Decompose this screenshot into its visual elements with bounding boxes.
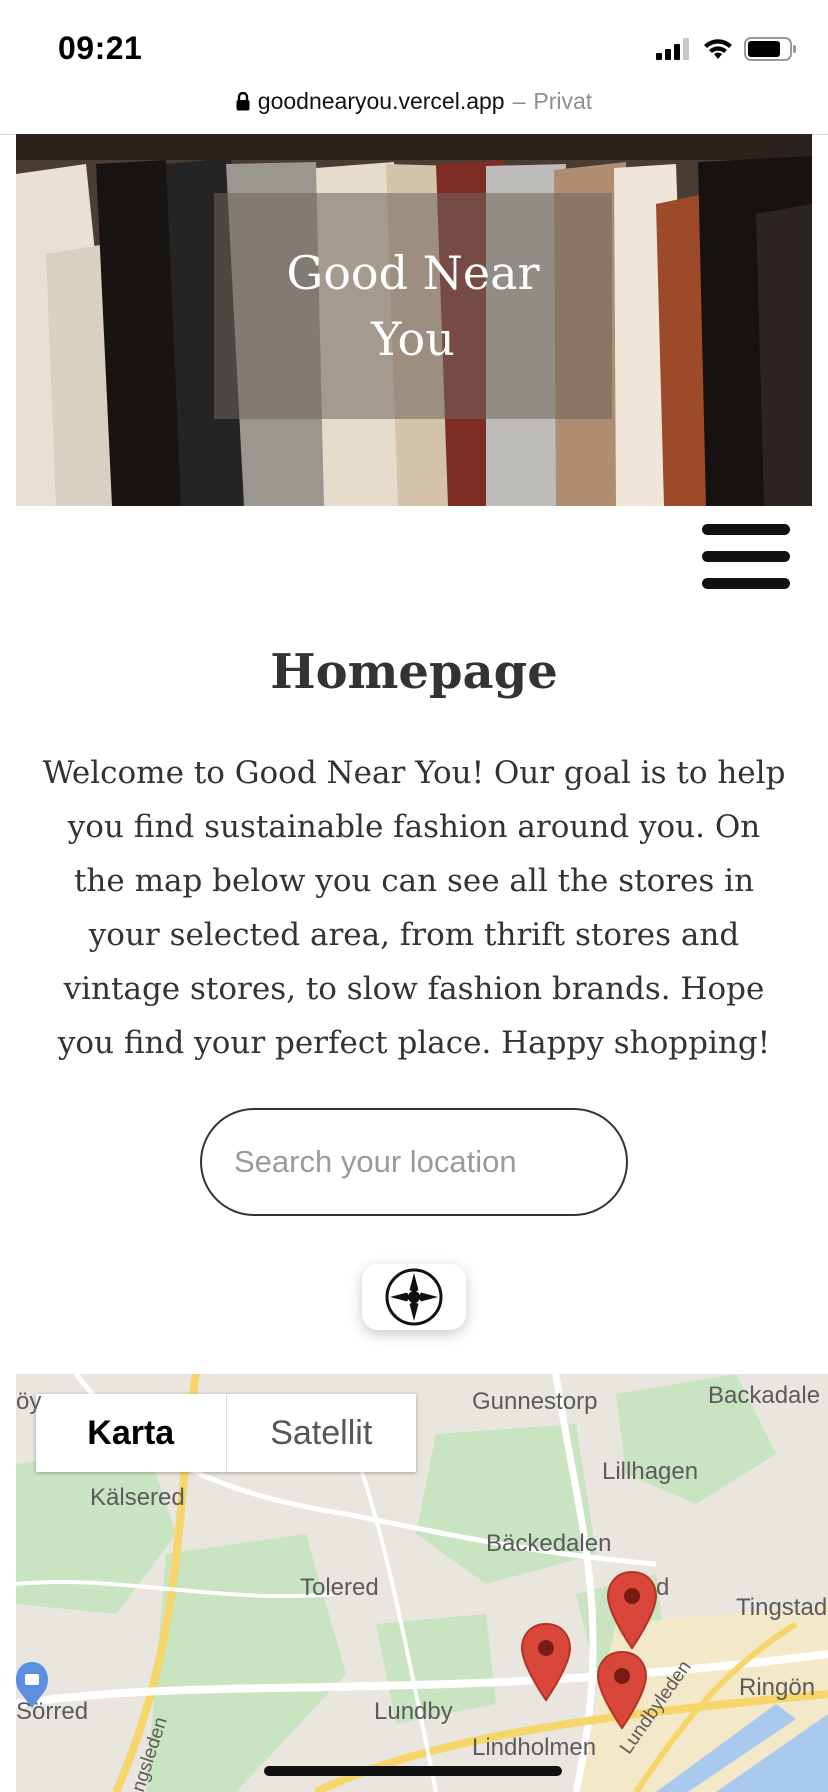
store-map[interactable]: Karta Satellit öy Gunnestorp Backadale K… xyxy=(16,1374,828,1792)
menu-line xyxy=(702,524,790,535)
hero-banner: Good Near You xyxy=(16,134,812,506)
map-label: Gunnestorp xyxy=(472,1388,598,1415)
signal-icon xyxy=(656,38,689,60)
store-marker[interactable] xyxy=(606,1570,658,1650)
home-indicator[interactable] xyxy=(264,1766,562,1776)
lock-icon xyxy=(236,92,250,111)
map-label: d xyxy=(656,1574,670,1601)
private-mode-label: Privat xyxy=(533,88,593,114)
url-text: goodnearyou.vercel.app xyxy=(257,88,505,114)
map-type-karta[interactable]: Karta xyxy=(36,1394,227,1472)
map-type-satellit[interactable]: Satellit xyxy=(227,1394,417,1472)
hamburger-menu-icon[interactable] xyxy=(702,524,790,590)
search-location-input[interactable] xyxy=(200,1108,628,1216)
store-marker[interactable] xyxy=(596,1650,648,1730)
intro-text: Welcome to Good Near You! Our goal is to… xyxy=(42,755,786,1061)
wifi-icon xyxy=(704,39,732,59)
battery-icon xyxy=(744,37,796,61)
status-icons xyxy=(656,36,798,62)
map-label: Bäckedalen xyxy=(486,1530,612,1557)
browser-url-bar[interactable]: goodnearyou.vercel.app – Privat xyxy=(0,82,828,135)
map-label: Lindholmen xyxy=(472,1734,597,1761)
menu-line xyxy=(702,551,790,562)
map-label: öy xyxy=(16,1388,42,1415)
compass-icon xyxy=(385,1268,443,1326)
map-type-control: Karta Satellit xyxy=(36,1394,416,1472)
map-label: Tolered xyxy=(300,1574,379,1601)
map-label: Ringön xyxy=(739,1674,816,1701)
map-label: Tingstad xyxy=(736,1594,828,1621)
map-label: Backadale xyxy=(708,1382,821,1409)
hero-title: Good Near You xyxy=(286,246,540,366)
store-marker[interactable] xyxy=(520,1622,572,1702)
locate-button[interactable] xyxy=(362,1264,466,1330)
map-label: Sörred xyxy=(16,1698,89,1725)
map-label: Lillhagen xyxy=(602,1458,699,1485)
page-title: Homepage xyxy=(270,644,558,700)
map-label: Kälsered xyxy=(90,1484,185,1511)
menu-line xyxy=(702,578,790,589)
status-bar: 09:21 xyxy=(0,0,828,86)
map-label: Lundby xyxy=(374,1698,453,1725)
status-time: 09:21 xyxy=(58,30,143,66)
url-separator: – xyxy=(512,88,526,114)
hero-title-box: Good Near You xyxy=(214,193,612,419)
